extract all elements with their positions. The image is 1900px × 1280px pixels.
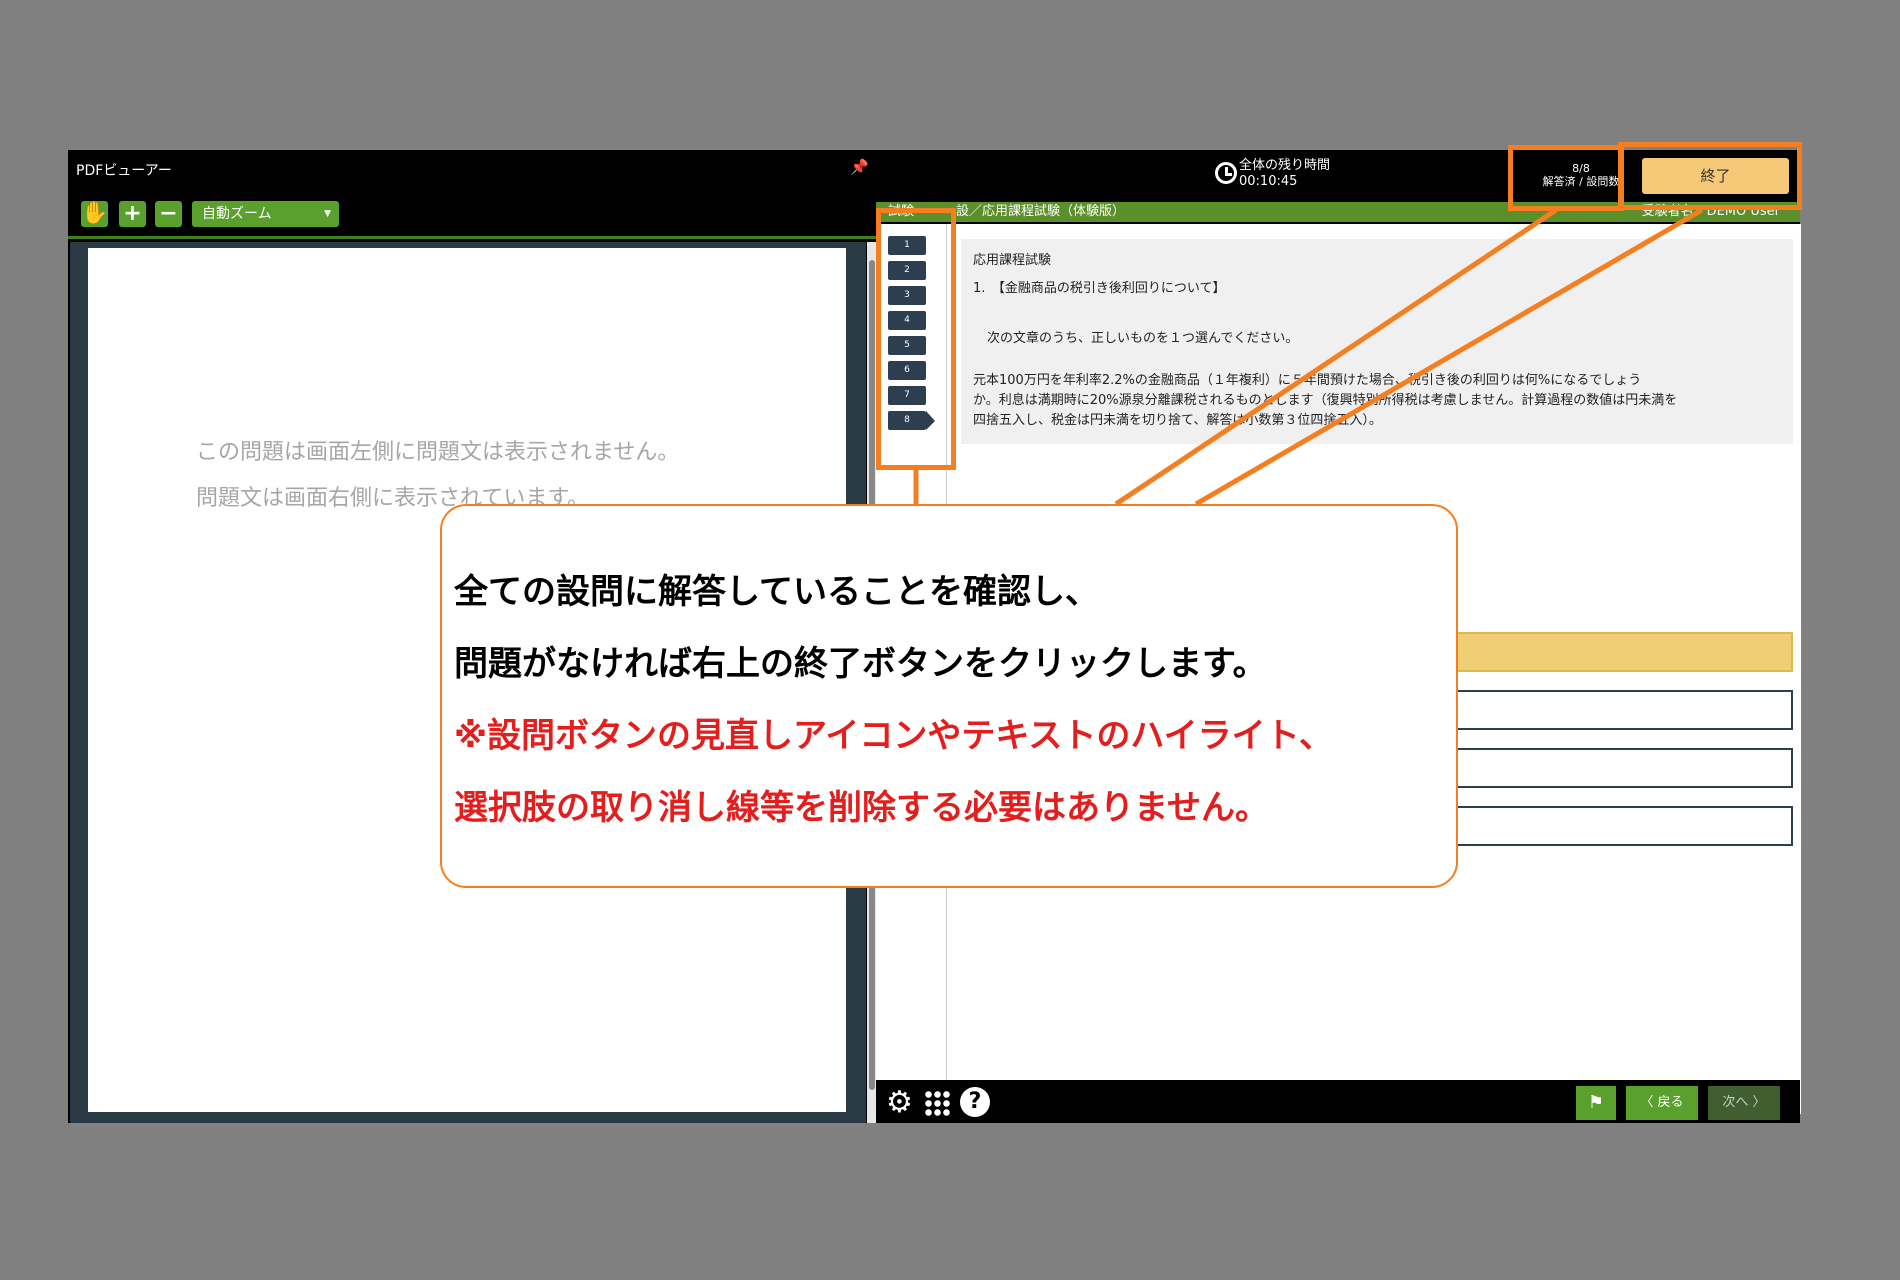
callout-line1: 全ての設問に解答していることを確認し、	[454, 572, 1099, 612]
connector-line-counter	[1114, 207, 1558, 507]
callout-line2: 問題がなければ右上の終了ボタンをクリックします。	[454, 644, 1267, 684]
connector-line-finish	[1194, 207, 1704, 507]
callout-line3: ※設問ボタンの見直しアイコンやテキストのハイライト、	[454, 716, 1333, 756]
instruction-callout: 全ての設問に解答していることを確認し、 問題がなければ右上の終了ボタンをクリック…	[440, 504, 1458, 888]
callout-line4: 選択肢の取り消し線等を削除する必要はありません。	[454, 788, 1269, 828]
